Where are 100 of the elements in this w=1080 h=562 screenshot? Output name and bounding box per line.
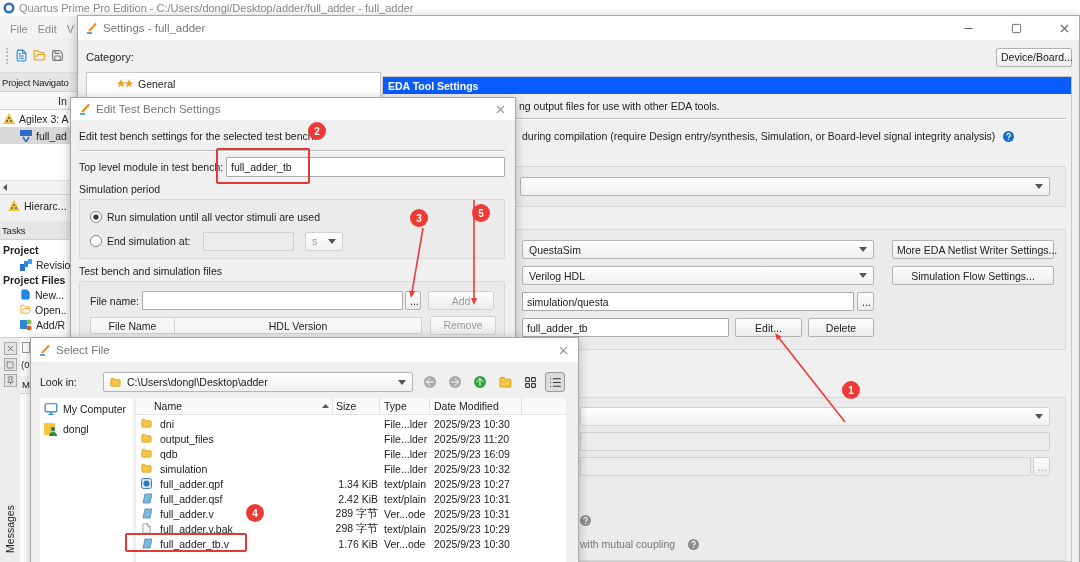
input-field[interactable]: simulation/questa [522, 292, 854, 311]
column-header[interactable]: Type [380, 398, 430, 414]
task-item[interactable]: Open.. [35, 303, 67, 316]
column-header[interactable]: Date Modified [430, 398, 522, 414]
path-dropdown[interactable]: C:\Users\dongl\Desktop\adder [103, 372, 413, 392]
caret-icon [328, 238, 336, 244]
file-type: text/plain [383, 522, 428, 535]
file-date: 2025/9/23 11:20 [433, 432, 511, 445]
pencil-icon [79, 103, 91, 115]
dropdown[interactable] [520, 177, 1050, 196]
task-heading: Project Files [3, 273, 66, 286]
note-text: during compilation (require Design entry/synthesis, Simulation, or Board-level signal integrity analysis) [522, 130, 996, 142]
window-icon[interactable] [3, 358, 17, 371]
column-header[interactable]: Size [333, 398, 380, 414]
file-type: Ver...ode [383, 507, 427, 520]
pin-icon[interactable] [3, 374, 17, 387]
column-header: M [21, 379, 30, 390]
user-folder-icon [44, 422, 58, 436]
place-item[interactable]: My Computer [40, 399, 133, 419]
folder-icon [141, 448, 152, 459]
file-date: 2025/9/23 10:30 [433, 417, 511, 430]
browse-button[interactable]: ... [857, 292, 874, 311]
module-icon [20, 129, 32, 142]
caret-icon [1035, 414, 1043, 419]
checkbox[interactable] [22, 342, 30, 353]
file-type: File...lder [383, 417, 429, 430]
field-label: Look in: [40, 376, 78, 388]
caret-icon [398, 379, 406, 385]
input-field[interactable]: full_adder_tb [522, 318, 729, 337]
file-name[interactable]: simulation [160, 462, 208, 475]
section-title: Simulation period [79, 183, 161, 195]
delete-button[interactable]: Delete [808, 318, 874, 337]
input-field[interactable] [142, 291, 403, 310]
add-button: Add [428, 291, 494, 310]
file-name[interactable]: full_adder.qsf [160, 492, 223, 505]
tree-item[interactable]: Agilex 3: A [0, 110, 77, 127]
scroll-left-icon [3, 184, 7, 191]
dropdown[interactable]: QuestaSim [522, 240, 874, 259]
file-date: 2025/9/23 10:32 [433, 462, 511, 475]
list-view-icon [548, 375, 562, 389]
help-icon [580, 515, 591, 526]
file-date: 2025/9/23 10:31 [433, 492, 511, 505]
section-title: Test bench and simulation files [79, 265, 222, 277]
flow-settings-button[interactable]: Simulation Flow Settings... [892, 266, 1054, 285]
file-type: File...lder [383, 432, 429, 445]
dialog-title: Select File [56, 344, 110, 356]
file-name[interactable]: full_adder.v [160, 507, 214, 520]
annotation-arrow [409, 227, 424, 298]
add-remove-icon [20, 318, 32, 331]
window-title: Settings - full_adder [103, 22, 206, 34]
folder-icon [110, 376, 121, 388]
open-folder-icon[interactable] [33, 49, 46, 62]
category-item[interactable]: General [117, 76, 380, 92]
help-icon [688, 538, 700, 550]
radio-button[interactable] [90, 211, 102, 223]
radio-label: End simulation at: [107, 235, 192, 247]
field-label: File name: [90, 294, 141, 307]
dropdown[interactable]: Verilog HDL [522, 266, 874, 285]
column-header[interactable]: Name [136, 398, 333, 414]
view-button[interactable] [545, 372, 565, 392]
file-type: text/plain [383, 477, 428, 490]
file-name[interactable]: qdb [160, 447, 178, 460]
file-size: 1.34 KiB [337, 477, 379, 490]
file-name[interactable]: full_adder.qpf [160, 477, 224, 490]
input-field[interactable]: full_adder_tb [226, 157, 505, 177]
close-icon[interactable] [3, 342, 17, 355]
radio-button[interactable] [90, 235, 102, 247]
browse-button[interactable]: ... [405, 291, 421, 310]
place-item[interactable]: dongl [40, 419, 133, 439]
task-item[interactable]: Revisio [36, 258, 71, 271]
file-name[interactable]: full_adder_tb.v [160, 537, 229, 550]
page-title: EDA Tool Settings [383, 77, 1071, 94]
folder-plus-icon [498, 375, 512, 389]
save-icon[interactable] [51, 49, 64, 62]
file-size: 298 字节 [334, 521, 379, 536]
new-file-icon[interactable] [15, 49, 28, 62]
folder-icon [141, 418, 152, 429]
file-type: File...lder [383, 447, 429, 460]
file-date: 2025/9/23 16:09 [433, 447, 511, 460]
device-board-button[interactable]: Device/Board... [996, 47, 1072, 67]
maximize-icon[interactable] [1011, 22, 1022, 34]
column-header: In [58, 94, 67, 107]
task-item[interactable]: New... [35, 288, 65, 301]
message-filter: (0 [20, 359, 31, 370]
file-type: File...lder [383, 462, 429, 475]
file-date: 2025/9/23 10:30 [433, 537, 511, 550]
task-item[interactable]: Add/R [36, 318, 66, 331]
intro-text: ng output files for use with other EDA tools. [519, 100, 720, 112]
edit-button[interactable]: Edit... [735, 318, 802, 337]
file-name[interactable]: output_files [160, 432, 214, 445]
grid-view-icon [523, 375, 537, 389]
panel-title: Tasks [2, 224, 26, 236]
caret-icon [1035, 184, 1043, 189]
arrow-right-icon [449, 376, 461, 388]
file-size: 289 字节 [334, 506, 379, 521]
document-icon [141, 508, 152, 519]
arrow-up-icon [474, 376, 486, 388]
file-date: 2025/9/23 10:31 [433, 507, 511, 520]
file-name[interactable]: dni [160, 417, 174, 430]
sort-icon [322, 404, 329, 408]
